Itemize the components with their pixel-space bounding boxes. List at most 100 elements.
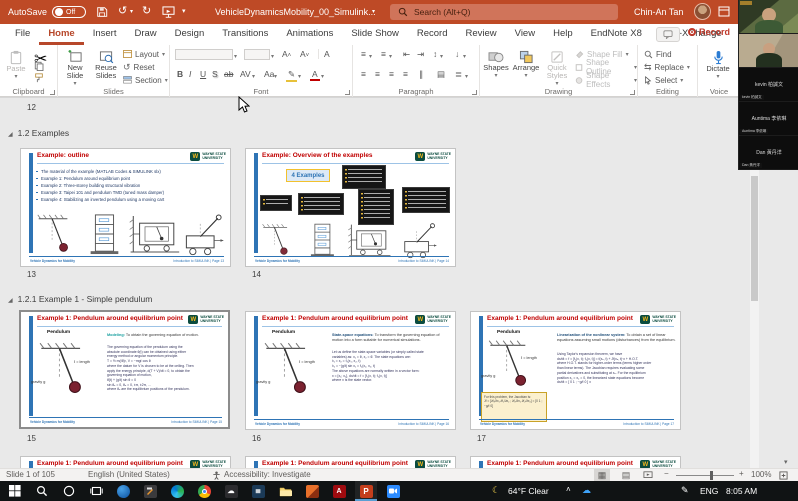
shapes-button[interactable]: Shapes ▾	[482, 47, 510, 80]
zoom-slider[interactable]	[676, 475, 734, 476]
clear-formatting-button[interactable]: A	[318, 49, 332, 59]
reset-button[interactable]: ↺ Reset	[123, 61, 154, 73]
comments-button[interactable]	[656, 27, 680, 42]
change-case-caret-icon[interactable]: ▾	[274, 73, 277, 80]
zoom-slider-thumb[interactable]	[710, 471, 713, 480]
notes-app-icon[interactable]	[139, 481, 161, 501]
numbering-button[interactable]: ≡	[379, 49, 388, 59]
zoom-app-icon[interactable]	[382, 481, 404, 501]
paste-button[interactable]: Paste ▾	[3, 47, 29, 81]
scrollbar-thumb[interactable]	[751, 176, 758, 301]
highlight-caret-icon[interactable]: ▾	[298, 73, 301, 80]
fit-slide-icon[interactable]	[779, 471, 788, 480]
line-spacing-caret-icon[interactable]: ▾	[440, 53, 443, 60]
section-collapse-icon[interactable]: ◢	[8, 132, 13, 138]
font-size-caret-icon[interactable]: ▾	[271, 53, 274, 60]
slide-thumbnail-15[interactable]: Example 1: Pendulum around equilibrium p…	[19, 310, 230, 429]
account-name[interactable]: Chin-An Tan	[634, 0, 683, 24]
browser-app-icon[interactable]	[112, 481, 134, 501]
autosave-toggle[interactable]: Off	[52, 6, 86, 18]
drawing-dialog-launcher[interactable]	[630, 90, 635, 95]
font-dialog-launcher[interactable]	[345, 90, 350, 95]
edge-icon[interactable]	[166, 481, 188, 501]
replace-button[interactable]: ⇆ Replace▾	[644, 61, 690, 73]
powerpoint-icon[interactable]: P	[355, 481, 377, 501]
participant-video-2[interactable]	[739, 34, 798, 68]
accessibility-status[interactable]: Accessibility: Investigate	[224, 470, 311, 479]
text-shadow-button[interactable]: S	[210, 69, 220, 79]
font-name-caret-icon[interactable]: ▾	[234, 53, 237, 60]
input-language[interactable]: ENG	[700, 486, 718, 496]
select-button[interactable]: Select▾	[644, 74, 683, 86]
tab-draw[interactable]: Draw	[125, 24, 165, 45]
participant-tile-4[interactable]: Auntima 李依琳 Auntima 李依琳	[739, 102, 798, 136]
find-button[interactable]: Find	[644, 48, 672, 60]
clock[interactable]: 8:05 AM	[726, 486, 757, 496]
shape-effects-button[interactable]: Shape Effects▾	[575, 74, 637, 86]
taskbar-search-button[interactable]	[31, 481, 53, 501]
tab-slide-show[interactable]: Slide Show	[342, 24, 408, 45]
font-color-caret-icon[interactable]: ▾	[321, 73, 324, 80]
ribbon-display-options-icon[interactable]	[718, 6, 730, 17]
tab-animations[interactable]: Animations	[277, 24, 342, 45]
start-button[interactable]	[4, 481, 26, 501]
character-spacing-button[interactable]: AV	[238, 69, 253, 79]
align-left-button[interactable]: ≡	[359, 69, 368, 79]
tab-file[interactable]: File	[6, 24, 39, 45]
strikethrough-button[interactable]: ab	[222, 69, 235, 79]
tab-view[interactable]: View	[506, 24, 544, 45]
tab-endnote[interactable]: EndNote X8	[582, 24, 651, 45]
participant-tile-3[interactable]: kevin 柏誠文 kevin 柏誠文	[739, 68, 798, 102]
format-painter-button[interactable]	[34, 73, 44, 83]
reuse-slides-button[interactable]: Reuse Slides	[91, 47, 121, 80]
tab-help[interactable]: Help	[544, 24, 582, 45]
clipboard-dialog-launcher[interactable]	[50, 90, 55, 95]
weather-moon-icon[interactable]: ☾	[492, 485, 500, 496]
decrease-font-size-button[interactable]: A˅	[298, 49, 311, 59]
section-button[interactable]: Section▾	[123, 74, 168, 86]
tab-record[interactable]: Record	[408, 24, 457, 45]
increase-font-size-button[interactable]: A˄	[280, 49, 293, 59]
font-name-combobox[interactable]	[175, 49, 233, 60]
slide-thumbnail-19[interactable]: Example 1: Pendulum around equilibrium p…	[245, 456, 456, 468]
new-slide-button[interactable]: New Slide ▾	[60, 47, 90, 88]
zoom-in-button[interactable]: +	[739, 469, 744, 478]
decrease-indent-button[interactable]: ⇤	[401, 49, 412, 60]
undo-caret-icon[interactable]: ▾	[130, 8, 133, 15]
convert-smartart-button[interactable]: ≣	[453, 69, 464, 80]
bullets-button[interactable]: ≡	[359, 49, 368, 59]
section-header-examples[interactable]: ◢1.2 Examples	[8, 128, 69, 138]
start-presentation-icon[interactable]	[162, 6, 175, 18]
search-input[interactable]: Search (Alt+Q)	[390, 4, 618, 20]
chrome-icon[interactable]	[193, 481, 215, 501]
underline-button[interactable]: U	[198, 69, 208, 79]
slide-thumbnail-13[interactable]: Example: outline W WAYNE STATEUNIVERSITY…	[20, 148, 231, 267]
align-right-button[interactable]: ≡	[387, 69, 396, 79]
weather-text[interactable]: 64°F Clear	[508, 486, 549, 496]
slide-thumbnail-17[interactable]: Example 1: Pendulum around equilibrium p…	[470, 311, 681, 430]
copy-button[interactable]	[34, 61, 44, 71]
spreadsheet-app-icon[interactable]: ≣	[247, 481, 269, 501]
section-collapse-icon[interactable]: ◢	[8, 298, 13, 304]
scroll-down-icon[interactable]: ▾	[784, 458, 788, 466]
qat-customize-icon[interactable]: ▾	[182, 7, 186, 15]
save-icon[interactable]	[96, 6, 108, 18]
slide-thumbnail-16[interactable]: Example 1: Pendulum around equilibrium p…	[245, 311, 456, 430]
paragraph-dialog-launcher[interactable]	[472, 90, 477, 95]
font-size-combobox[interactable]	[244, 49, 270, 60]
cortana-button[interactable]	[58, 481, 80, 501]
tray-expand-icon[interactable]: ˄	[566, 485, 571, 494]
smartart-caret-icon[interactable]: ▾	[465, 73, 468, 80]
matlab-icon[interactable]	[301, 481, 323, 501]
tab-review[interactable]: Review	[457, 24, 506, 45]
title-caret-icon[interactable]: ▾	[372, 8, 375, 15]
spacing-caret-icon[interactable]: ▾	[252, 73, 255, 80]
align-center-button[interactable]: ≡	[373, 69, 382, 79]
dictate-button[interactable]: Dictate ▾	[702, 47, 734, 81]
italic-button[interactable]: I	[187, 69, 193, 79]
cloud-app-icon[interactable]: ☁	[220, 481, 242, 501]
columns-button[interactable]: ∥	[417, 69, 425, 80]
participant-tile-5[interactable]: Dan 黃丹洋 Dan 黃丹洋	[739, 136, 798, 170]
bullets-caret-icon[interactable]: ▾	[369, 53, 372, 60]
task-view-button[interactable]	[85, 481, 107, 501]
